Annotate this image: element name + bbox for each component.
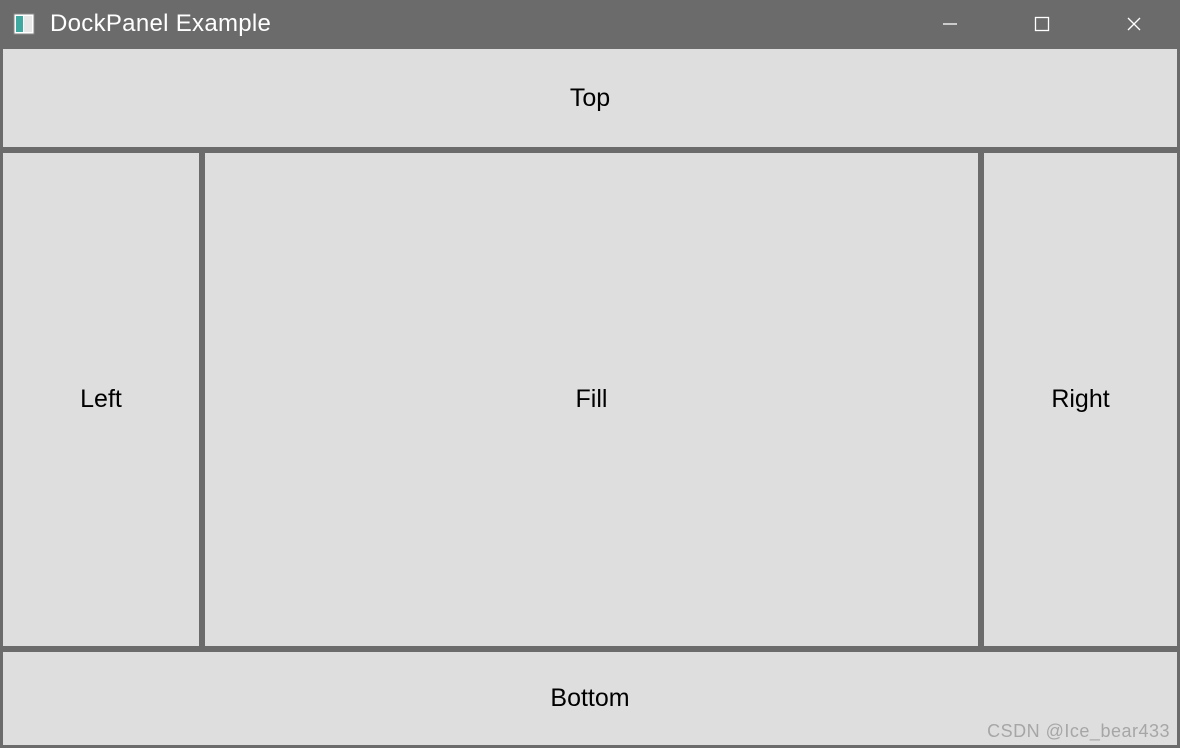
dock-panel-top[interactable]: Top (2, 48, 1178, 148)
close-button[interactable] (1088, 0, 1180, 48)
dock-panel-left[interactable]: Left (2, 152, 200, 647)
dock-middle-row: Left Fill Right (2, 152, 1178, 647)
panel-label: Fill (576, 385, 608, 414)
panel-label: Right (1051, 385, 1109, 414)
app-icon (12, 12, 36, 36)
dock-panel-fill[interactable]: Fill (204, 152, 979, 647)
window-titlebar[interactable]: DockPanel Example (0, 0, 1180, 48)
panel-label: Top (570, 84, 610, 113)
window-controls (904, 0, 1180, 48)
panel-label: Left (80, 385, 122, 414)
dock-panel-right[interactable]: Right (983, 152, 1178, 647)
close-icon (1126, 16, 1142, 32)
minimize-button[interactable] (904, 0, 996, 48)
client-area: Top Left Fill Right Bottom (2, 48, 1178, 746)
dock-panel-bottom[interactable]: Bottom (2, 651, 1178, 746)
minimize-icon (942, 16, 958, 32)
maximize-button[interactable] (996, 0, 1088, 48)
window-title: DockPanel Example (50, 10, 904, 38)
maximize-icon (1034, 16, 1050, 32)
panel-label: Bottom (550, 684, 629, 713)
